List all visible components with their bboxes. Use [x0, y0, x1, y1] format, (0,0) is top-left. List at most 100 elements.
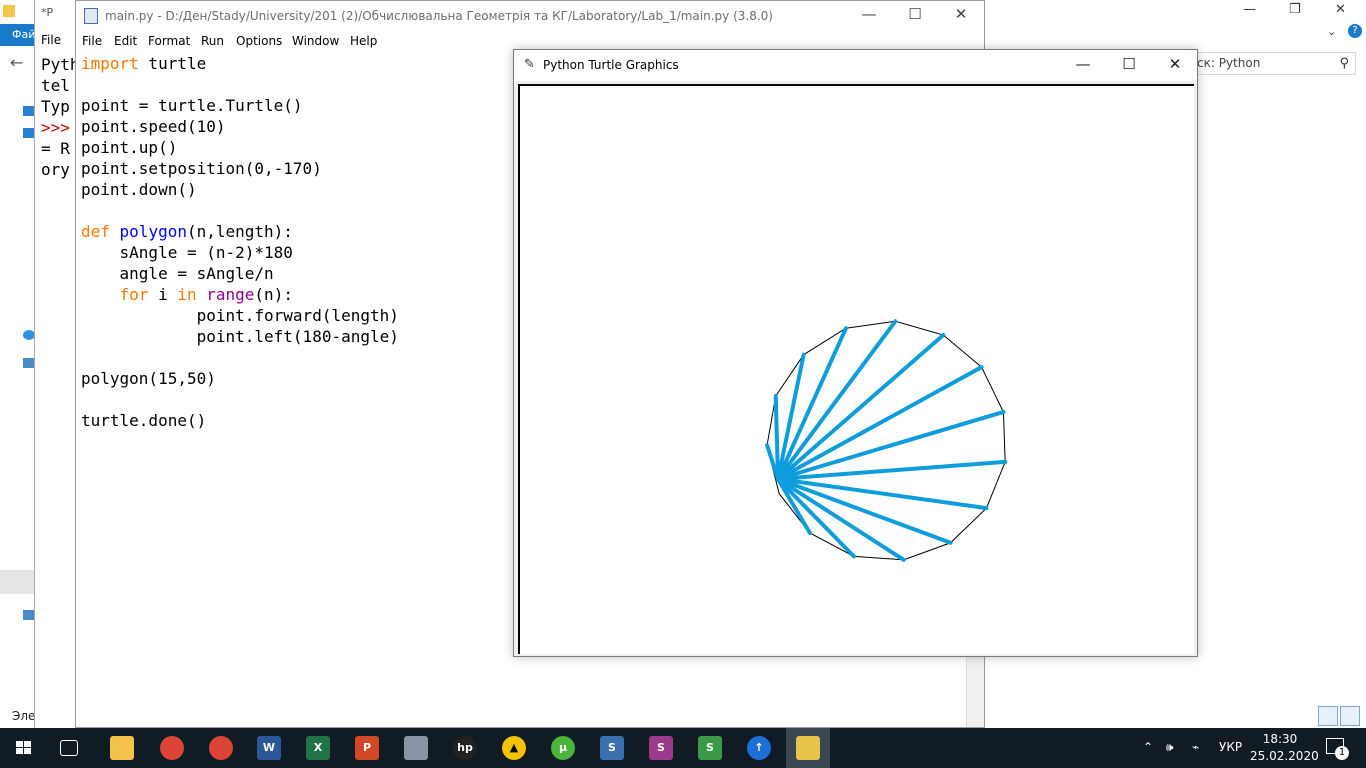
shell-line: Pyth [41, 55, 80, 74]
menu-window[interactable]: Window [292, 34, 339, 48]
navigation-selected-item[interactable] [0, 570, 36, 594]
editor-close-button[interactable]: ✕ [938, 5, 984, 23]
explorer-file-tab[interactable]: Фай [0, 24, 36, 46]
menu-format[interactable]: Format [148, 34, 190, 48]
shell-line: = R [41, 139, 70, 158]
view-toggle[interactable] [1318, 706, 1362, 726]
code-line: turtle.done() [81, 411, 207, 430]
turtle-minimize-button[interactable]: — [1060, 55, 1106, 73]
code-line: sAngle = (n-2)*180 [81, 243, 293, 262]
code-line: point = turtle.Turtle() [81, 96, 303, 115]
code-line: point.down() [81, 180, 197, 199]
turtle-stroke [776, 365, 984, 481]
builtin: range [206, 285, 255, 304]
sql-1-icon[interactable]: S [600, 736, 624, 760]
network-status-icon[interactable]: ⌁ [1192, 740, 1199, 754]
menu-run[interactable]: Run [201, 34, 224, 48]
keyword: import [81, 54, 139, 73]
explorer-maximize-button[interactable]: ❐ [1289, 2, 1301, 17]
search-placeholder: ск: Python [1197, 56, 1261, 70]
menu-help[interactable]: Help [350, 34, 377, 48]
turtle-stroke [776, 477, 856, 559]
clock-time: 18:30 [1262, 732, 1298, 746]
menu-edit[interactable]: Edit [114, 34, 137, 48]
folder-icon [3, 5, 15, 17]
code-line: point.up() [81, 138, 178, 157]
turtle-canvas[interactable] [518, 84, 1194, 654]
editor-titlebar: main.py - D:/Ден/Stady/University/201 (2… [76, 1, 984, 31]
code-text: (n,length): [186, 222, 293, 241]
feather-icon: ✎ [524, 57, 535, 72]
keyword: in [177, 285, 197, 304]
shell-title: *P [41, 6, 54, 19]
code-line: polygon(15,50) [81, 369, 216, 388]
language-indicator[interactable]: УКР [1219, 740, 1242, 754]
code-text: turtle [138, 54, 207, 73]
details-view-icon[interactable] [1318, 706, 1338, 726]
word-icon[interactable]: W [257, 736, 281, 760]
status-bar-items: Эле [12, 709, 36, 723]
help-icon[interactable]: ? [1348, 24, 1362, 38]
turtle-drawing [765, 319, 1008, 562]
clock-date: 25.02.2020 [1250, 749, 1319, 763]
code-line: angle = sAngle/n [81, 264, 274, 283]
editor-title: main.py - D:/Ден/Stady/University/201 (2… [105, 9, 773, 23]
navigation-pane [0, 80, 36, 700]
menu-options[interactable]: Options [236, 34, 282, 48]
sql-3-icon[interactable]: S [698, 736, 722, 760]
volume-icon[interactable]: 🕪 [1166, 740, 1174, 755]
code-editor-text[interactable]: import turtle point = turtle.Turtle() po… [81, 53, 399, 431]
start-button[interactable] [0, 728, 48, 768]
turtle-titlebar: ✎ Python Turtle Graphics — ☐ ✕ [514, 50, 1197, 81]
function-name: polygon [109, 222, 187, 241]
search-input[interactable]: ск: Python ⚲ [1190, 52, 1356, 75]
chevron-down-icon[interactable]: ⌄ [1327, 25, 1336, 38]
chevron-up-icon[interactable]: ⌃ [1143, 740, 1153, 754]
clock[interactable]: 18:30 25.02.2020 [1250, 731, 1319, 765]
code-line: point.speed(10) [81, 117, 226, 136]
file-explorer-icon[interactable] [110, 736, 134, 760]
hp-icon[interactable]: hp [453, 736, 477, 760]
sql-2-icon[interactable]: S [649, 736, 673, 760]
editor-minimize-button[interactable]: — [846, 5, 892, 23]
turtle-close-button[interactable]: ✕ [1152, 55, 1198, 73]
search-icon[interactable]: ⚲ [1339, 53, 1349, 74]
shell-line: Typ [41, 97, 70, 116]
menu-file[interactable]: File [82, 34, 102, 48]
keyword: def [81, 222, 110, 241]
taskbar: W X P hp ▲ µ S S S ↑ ⌃ 🕪 ⌁ УКР 18:30 25.… [0, 728, 1366, 768]
shell-output[interactable]: Pyth tel Typ >>> = R ory [41, 54, 80, 180]
arch-icon[interactable]: ▲ [502, 736, 526, 760]
code-text: i [148, 285, 178, 304]
shell-line: tel [41, 76, 70, 95]
python-idle-icon[interactable] [796, 736, 820, 760]
turtle-stroke [776, 477, 989, 511]
explorer-minimize-button[interactable]: — [1243, 2, 1256, 17]
shell-prompt: >>> [41, 118, 70, 137]
idle-file-icon [84, 8, 98, 24]
task-view-icon[interactable] [60, 740, 78, 756]
excel-icon[interactable]: X [306, 736, 330, 760]
back-arrow-icon[interactable]: ← [10, 53, 23, 72]
upload-icon[interactable]: ↑ [747, 736, 771, 760]
code-line: point.forward(length) [81, 306, 399, 325]
code-line: point.left(180-angle) [81, 327, 399, 346]
powerpoint-icon[interactable]: P [355, 736, 379, 760]
code-text: (n): [254, 285, 293, 304]
tiles-view-icon[interactable] [1340, 706, 1360, 726]
shell-menu-file[interactable]: File [41, 33, 61, 47]
disk-utility-icon[interactable] [404, 736, 428, 760]
editor-maximize-button[interactable]: ☐ [892, 5, 938, 23]
code-line: point.setposition(0,-170) [81, 159, 322, 178]
utorrent-icon[interactable]: µ [551, 736, 575, 760]
keyword: for [119, 285, 149, 304]
turtle-maximize-button[interactable]: ☐ [1106, 55, 1152, 73]
turtle-title: Python Turtle Graphics [543, 58, 679, 72]
turtle-stroke [773, 394, 780, 481]
explorer-close-button[interactable]: ✕ [1335, 2, 1346, 17]
notification-badge: 1 [1335, 746, 1349, 760]
chrome-icon[interactable] [160, 736, 184, 760]
chrome-profile-icon[interactable] [209, 736, 233, 760]
